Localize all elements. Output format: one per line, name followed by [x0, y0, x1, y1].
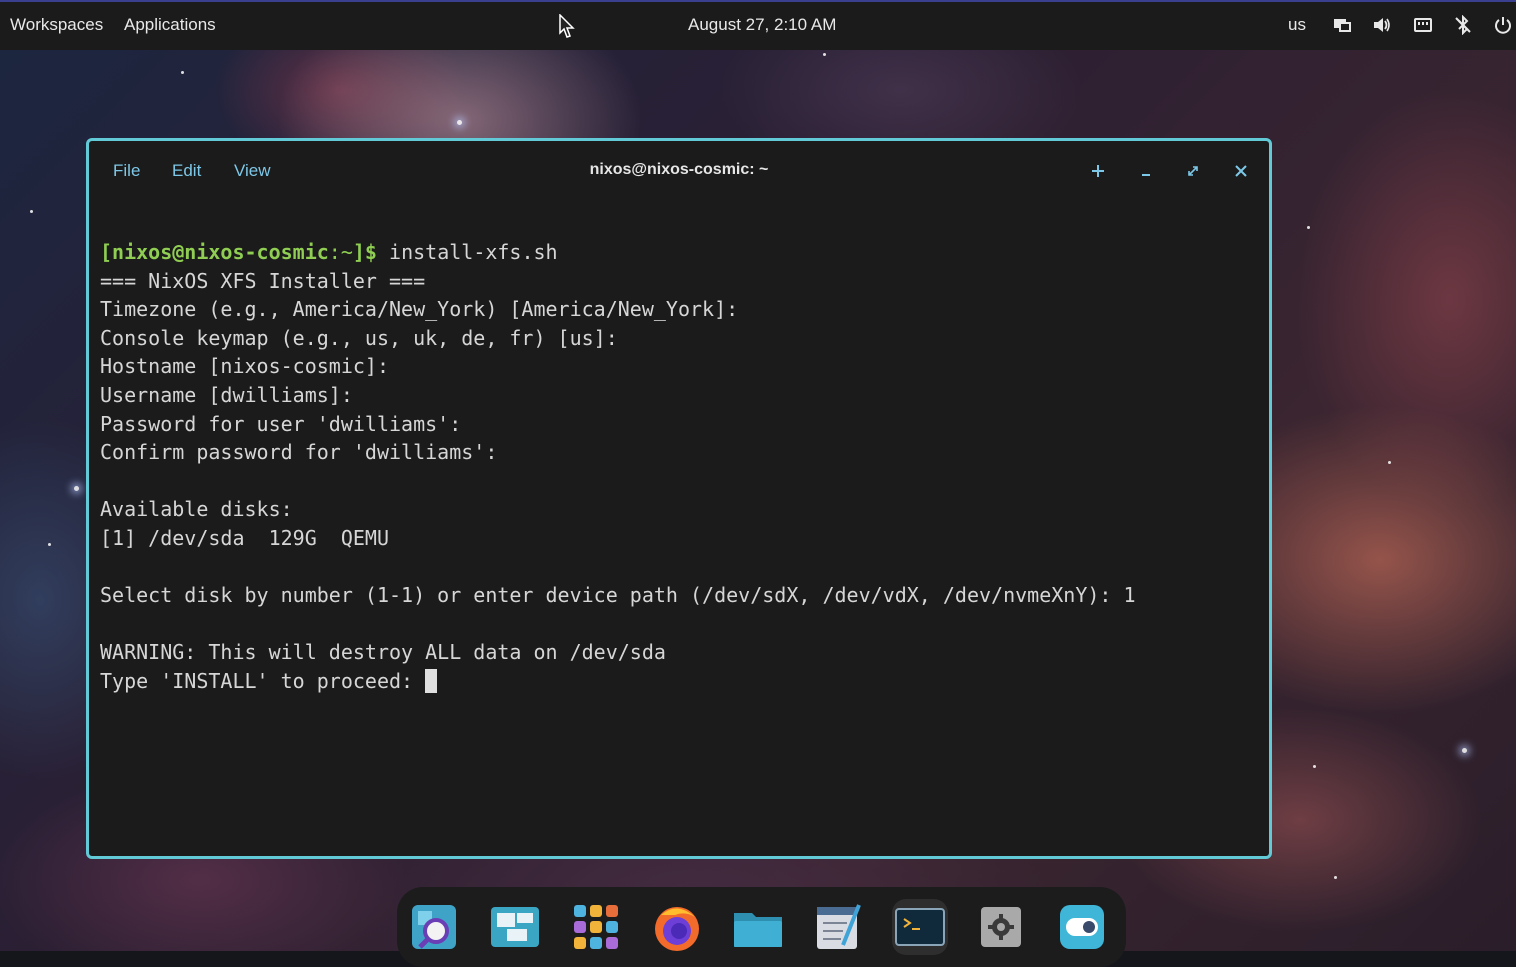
launcher-search-icon[interactable] — [406, 899, 462, 955]
star — [1334, 876, 1337, 879]
terminal-line: [1] /dev/sda 129G QEMU — [100, 525, 389, 550]
text-editor-icon[interactable] — [811, 899, 867, 955]
star — [48, 543, 51, 546]
app-grid-icon[interactable] — [568, 899, 624, 955]
workspaces-button[interactable]: Workspaces — [10, 15, 103, 35]
star — [181, 71, 184, 74]
input-line[interactable]: Type 'INSTALL' to proceed: — [100, 667, 1259, 696]
terminal-line: Timezone (e.g., America/New_York) [Ameri… — [100, 297, 739, 322]
text-cursor — [425, 668, 438, 693]
firefox-icon[interactable] — [649, 899, 705, 955]
terminal-output[interactable]: [nixos@nixos-cosmic:~]$ install-xfs.sh ==… — [100, 238, 1259, 846]
star — [457, 120, 462, 125]
terminal-line: Hostname [nixos-cosmic]: — [100, 354, 389, 379]
star — [823, 53, 826, 56]
volume-icon[interactable] — [1371, 14, 1393, 36]
terminal-window[interactable]: File Edit View nixos@nixos-cosmic: ~ [ni… — [86, 138, 1272, 859]
terminal-line: === NixOS XFS Installer === — [100, 268, 426, 293]
terminal-line: Username [dwilliams]: — [100, 382, 353, 407]
prompt-bracket: ]$ — [352, 240, 377, 264]
files-folder-icon[interactable] — [730, 899, 786, 955]
minimize-icon[interactable] — [1132, 157, 1160, 185]
terminal-line: Confirm password for 'dwilliams': — [100, 440, 498, 465]
display-icon[interactable] — [1331, 14, 1353, 36]
mouse-pointer-icon — [559, 14, 575, 38]
toggle-app-icon[interactable] — [1054, 899, 1110, 955]
star — [1307, 226, 1310, 229]
dock — [397, 887, 1126, 967]
terminal-line: Password for user 'dwilliams': — [100, 411, 462, 436]
top-panel: Workspaces Applications August 27, 2:10 … — [0, 0, 1516, 50]
prompt-bracket: [ — [100, 240, 113, 264]
input-prompt: Type 'INSTALL' to proceed: — [100, 668, 426, 693]
network-icon[interactable] — [1412, 14, 1434, 36]
bluetooth-off-icon[interactable] — [1452, 14, 1474, 36]
terminal-icon[interactable] — [892, 899, 948, 955]
maximize-icon[interactable] — [1179, 157, 1207, 185]
settings-icon[interactable] — [973, 899, 1029, 955]
close-icon[interactable] — [1227, 157, 1255, 185]
terminal-line: Available disks: — [100, 497, 293, 522]
terminal-line: WARNING: This will destroy ALL data on /… — [100, 640, 666, 665]
new-tab-icon[interactable] — [1084, 157, 1112, 185]
prompt-path: :~ — [328, 240, 353, 264]
terminal-header-bar[interactable]: File Edit View nixos@nixos-cosmic: ~ — [89, 141, 1269, 203]
keyboard-layout[interactable]: us — [1288, 15, 1306, 35]
prompt-command: install-xfs.sh — [376, 240, 558, 264]
power-icon[interactable] — [1492, 14, 1514, 36]
terminal-line: Console keymap (e.g., us, uk, de, fr) [u… — [100, 325, 618, 350]
star — [1462, 748, 1467, 753]
applications-button[interactable]: Applications — [124, 15, 216, 35]
star — [30, 210, 33, 213]
prompt-line: [nixos@nixos-cosmic:~]$ install-xfs.sh — [100, 238, 1259, 267]
star — [1313, 765, 1316, 768]
terminal-line: Select disk by number (1-1) or enter dev… — [100, 583, 1136, 608]
prompt-user-host: nixos@nixos-cosmic — [112, 240, 329, 264]
workspaces-overview-icon[interactable] — [487, 899, 543, 955]
star — [1388, 461, 1391, 464]
star — [74, 486, 79, 491]
clock[interactable]: August 27, 2:10 AM — [688, 15, 836, 35]
